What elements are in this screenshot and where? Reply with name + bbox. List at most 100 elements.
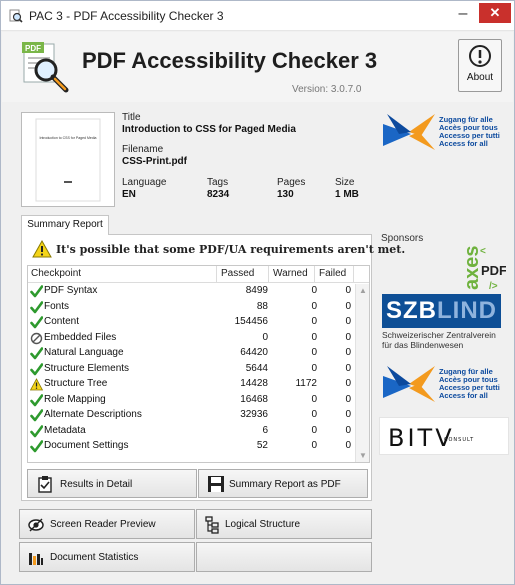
failed-count: 0 [345,331,351,343]
table-row[interactable]: Content 154456 0 0 [28,315,355,330]
screen-reader-preview-button[interactable]: Screen Reader Preview [19,509,195,539]
szblind-subtitle: Schweizerischer Zentralverein für das Bl… [382,330,496,350]
failed-count: 0 [345,378,351,389]
passed-count: 88 [256,300,268,312]
warned-count: 1172 [295,378,317,389]
table-row[interactable]: Role Mapping 16468 0 0 [28,393,355,408]
passed-count: 0 [262,331,268,343]
save-icon [208,476,224,492]
passed-count: 52 [256,440,268,451]
document-filename: CSS-Print.pdf [122,156,187,167]
tree-structure-icon [205,516,219,534]
warned-count: 0 [311,409,317,420]
check-icon [30,362,44,376]
table-scrollbar[interactable]: ▲ ▼ [355,284,369,462]
window-title: PAC 3 - PDF Accessibility Checker 3 [29,9,224,23]
failed-count: 0 [345,316,351,327]
version-label: Version: 3.0.7.0 [292,84,362,95]
bar-chart-icon [29,553,43,565]
pages-label: Pages [277,177,306,188]
pac-logo-icon: PDF [22,42,69,93]
table-row[interactable]: Document Settings 52 0 0 [28,439,355,454]
table-header: Checkpoint Passed Warned Failed [28,266,369,283]
passed-count: 16468 [240,393,268,405]
document-size: 1 MB [335,189,359,200]
passed-count: 154456 [234,316,268,327]
warned-count: 0 [311,440,317,451]
access-for-all-logo: Zugang für alle Accès pour tous Accesso … [379,109,514,155]
passed-count: 32936 [240,409,268,420]
tags-label: Tags [207,177,229,188]
scroll-up-icon[interactable]: ▲ [359,286,367,295]
access-for-all-text: Zugang für alle Accès pour tous Accesso … [439,115,500,148]
table-row[interactable]: PDF Syntax 8499 0 0 [28,284,355,299]
passed-count: 6 [262,424,268,436]
col-failed[interactable]: Failed [319,268,346,279]
empty-tool-button[interactable] [196,542,372,572]
passed-count: 64420 [240,347,268,358]
axes-pdf-text: PDF [481,263,506,278]
about-label: About [466,72,494,83]
na-icon [30,332,43,345]
consult-text: CONSULT [444,437,475,443]
col-passed[interactable]: Passed [221,268,254,279]
about-button[interactable]: About [458,39,502,92]
logo-badge: PDF [25,44,41,53]
document-language: EN [122,189,136,200]
failed-count: 0 [345,440,351,451]
close-button[interactable]: ✕ [479,3,511,23]
access-for-all-icon-2 [383,366,435,402]
eye-icon [28,518,44,532]
warning-icon [29,378,44,391]
table-row[interactable]: Structure Elements 5644 0 0 [28,362,355,377]
screen-reader-preview-label: Screen Reader Preview [50,519,156,530]
thumbnail-title: Introduction to CSS for Paged Media [39,136,96,140]
check-icon [30,316,44,329]
warned-count: 0 [311,347,317,358]
table-row[interactable]: Fonts 88 0 0 [28,300,355,315]
failed-count: 0 [345,393,351,405]
passed-count: 14428 [240,378,268,389]
check-icon [30,393,44,407]
checkpoint-name: Document Settings [44,440,129,451]
table-row[interactable]: Alternate Descriptions 32936 0 0 [28,408,355,423]
logical-structure-button[interactable]: Logical Structure [196,509,372,539]
document-statistics-button[interactable]: Document Statistics [19,542,195,572]
table-row[interactable]: Embedded Files 0 0 0 [28,331,355,346]
axes-pdf-logo: axes < PDF /> [456,244,507,293]
checkpoint-name: PDF Syntax [44,285,98,296]
check-icon [30,424,44,438]
failed-count: 0 [345,424,351,436]
document-statistics-label: Document Statistics [50,552,139,563]
bitv-consult-logo: BITV CONSULT [379,417,509,455]
failed-count: 0 [345,285,351,296]
checkpoint-name: Role Mapping [44,393,106,405]
table-row[interactable]: Natural Language 64420 0 0 [28,346,355,361]
col-warned[interactable]: Warned [273,268,308,279]
check-icon [30,285,44,298]
checkpoint-name: Fonts [44,300,70,312]
results-in-detail-button[interactable]: Results in Detail [27,469,197,498]
scroll-down-icon[interactable]: ▼ [359,451,367,460]
warned-count: 0 [311,285,317,296]
checkpoint-name: Content [44,316,80,327]
filename-label: Filename [122,144,164,155]
summary-panel: It's possible that some PDF/UA requireme… [21,234,405,501]
checkpoint-name: Structure Tree [44,378,108,389]
warned-count: 0 [311,362,317,374]
logical-structure-label: Logical Structure [225,519,301,530]
table-row[interactable]: Metadata 6 0 0 [28,424,355,439]
checkpoint-name: Metadata [44,424,86,436]
clipboard-icon [38,476,52,493]
summary-report-pdf-label: Summary Report as PDF [229,479,341,490]
tab-summary-report[interactable]: Summary Report [21,215,109,235]
warned-count: 0 [311,316,317,327]
table-row[interactable]: Structure Tree 14428 1172 0 [28,377,355,392]
check-icon [30,300,44,314]
access-for-all-logo-2: Zugang für alle Accès pour tous Accesso … [379,361,514,407]
size-label: Size [335,177,355,188]
summary-report-pdf-button[interactable]: Summary Report as PDF [198,469,368,498]
language-label: Language [122,177,167,188]
minimize-button[interactable]: – [453,6,473,25]
col-checkpoint[interactable]: Checkpoint [31,268,81,279]
